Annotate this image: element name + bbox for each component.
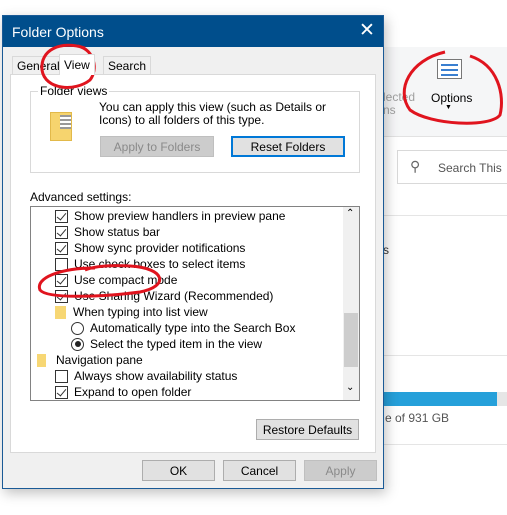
annotation-circle-options	[402, 50, 503, 125]
tab-view[interactable]: View	[59, 54, 95, 75]
annotation-circle-compact-mode	[37, 264, 162, 298]
annotation-overlay	[37, 43, 503, 298]
tab-label: View	[64, 58, 90, 72]
